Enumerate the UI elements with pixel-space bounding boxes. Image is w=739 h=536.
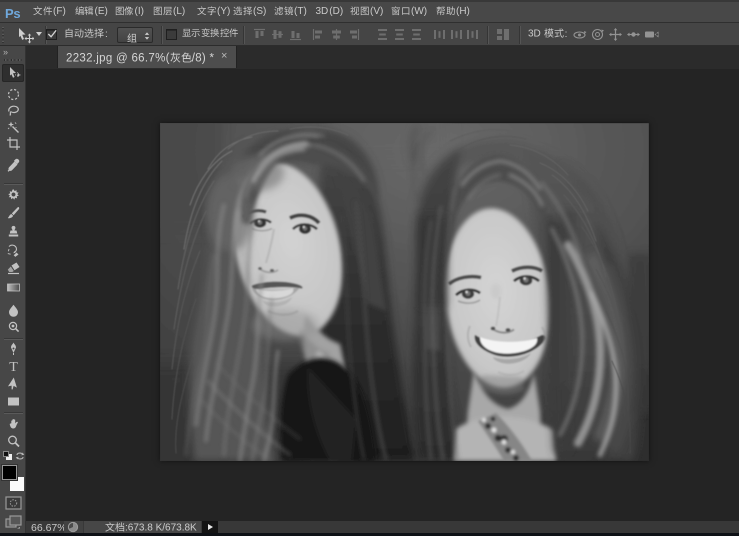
svg-text:T: T xyxy=(9,360,18,374)
